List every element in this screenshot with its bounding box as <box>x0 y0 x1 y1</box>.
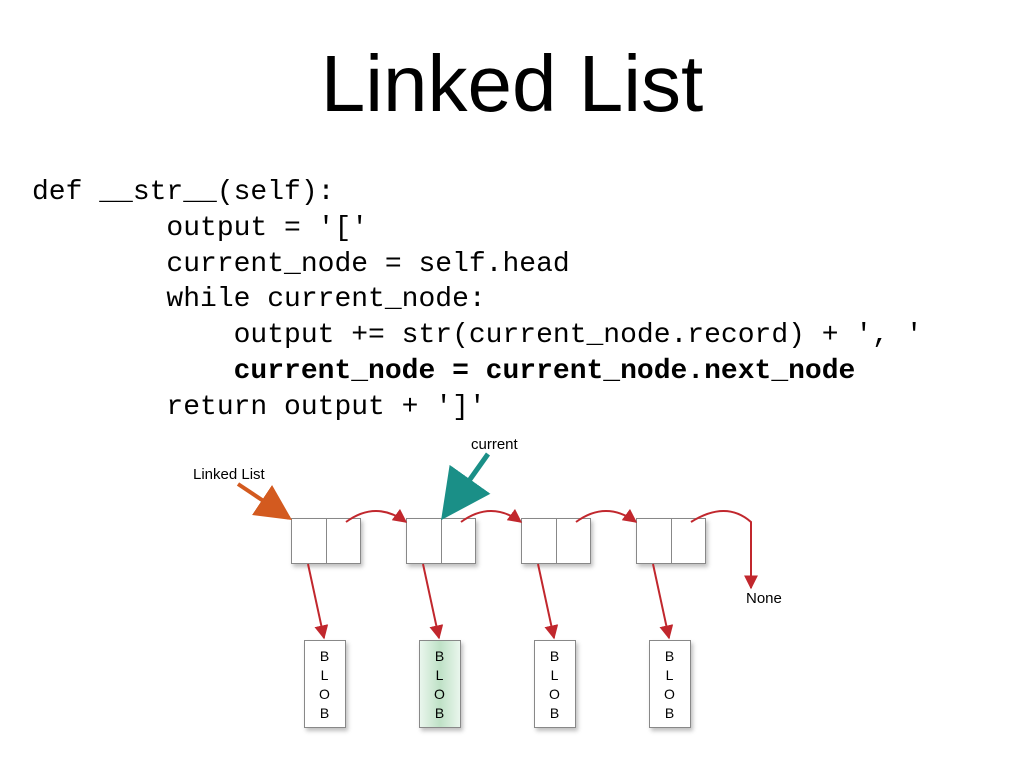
code-line: output += str(current_node.record) + ', … <box>32 320 923 351</box>
code-line: output = '[' <box>32 213 368 244</box>
code-block: def __str__(self): output = '[' current_… <box>32 175 923 426</box>
code-line: def __str__(self): <box>32 177 334 208</box>
code-line: current_node = self.head <box>32 249 570 280</box>
code-line-emphasis: current_node = current_node.next_node <box>32 356 855 387</box>
code-line: while current_node: <box>32 284 486 315</box>
label-linked-list: Linked List <box>193 466 265 483</box>
linked-list-diagram: Linked List current None B L O B B L O B… <box>256 440 786 750</box>
page-title: Linked List <box>0 38 1024 130</box>
code-line: return output + ']' <box>32 392 486 423</box>
diagram-arrows <box>256 440 786 750</box>
